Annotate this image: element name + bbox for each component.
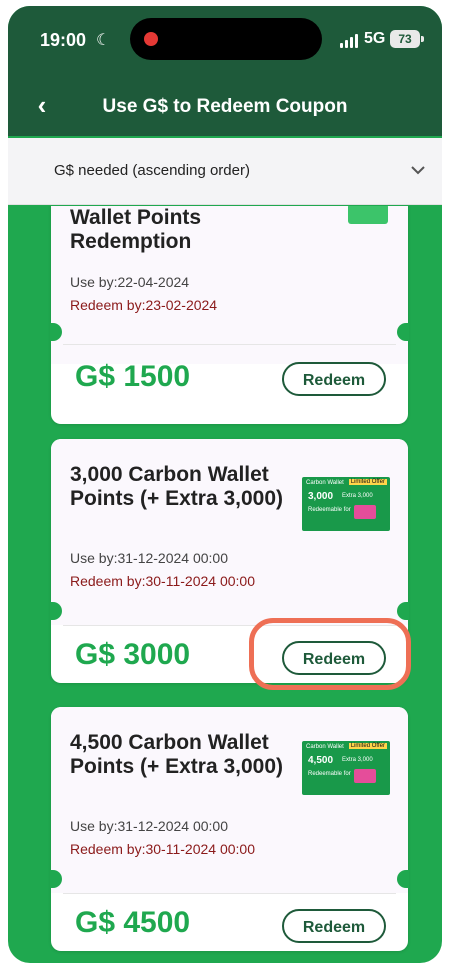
coupon-title-line: Wallet Points [70, 206, 202, 229]
network-type: 5G [364, 30, 386, 47]
use-by-date: Use by:31-12-2024 00:00 [70, 818, 228, 834]
sort-dropdown[interactable]: G$ needed (ascending order) [8, 138, 442, 205]
coupon-price: G$ 1500 [75, 360, 191, 393]
highlight-box [249, 618, 411, 690]
page-title: Use G$ to Redeem Coupon [102, 96, 348, 117]
card-graphic [354, 769, 376, 783]
battery-tip [421, 36, 424, 42]
chevron-down-icon [411, 166, 425, 175]
ticket-notch [397, 323, 409, 341]
redeem-by-date: Redeem by:30-11-2024 00:00 [70, 841, 255, 857]
thumb-extra: Extra 3,000 [342, 493, 373, 499]
coupon-title-line: Redemption [70, 230, 192, 253]
redeem-by-date: Redeem by:23-02-2024 [70, 297, 218, 313]
ticket-notch [397, 602, 409, 620]
recording-dot-icon [144, 32, 158, 46]
status-time: 19:00 [40, 30, 87, 50]
coupon-card: Wallet Points Redemption Use by:22-04-20… [50, 206, 409, 424]
phone-screen: 19:00 ☾ 5G 73 ‹ Use G$ to Redeem Coupon … [8, 6, 442, 963]
coupon-price: G$ 3000 [75, 638, 191, 671]
coupon-title: 4,500 Carbon Wallet Points (+ Extra 3,00… [70, 731, 284, 778]
thumb-points: 3,000 [308, 491, 334, 502]
coupon-title: 3,000 Carbon Wallet Points (+ Extra 3,00… [70, 463, 284, 510]
redeem-button[interactable]: Redeem [282, 362, 386, 396]
coupon-thumbnail: Carbon Wallet Limited Offer 4,500 Extra … [302, 741, 390, 795]
thumb-brand: Carbon Wallet [306, 744, 344, 750]
divider [63, 344, 396, 345]
coupon-title: Wallet Points Redemption [70, 206, 290, 254]
coupon-card: 4,500 Carbon Wallet Points (+ Extra 3,00… [50, 707, 409, 951]
thumb-points: 4,500 [308, 755, 334, 766]
thumb-brand: Carbon Wallet [306, 480, 344, 486]
signal-icon [340, 34, 360, 48]
card-graphic [354, 505, 376, 519]
moon-icon: ☾ [96, 32, 111, 49]
coupon-thumbnail [348, 206, 388, 224]
thumb-extra: Extra 3,000 [342, 757, 373, 763]
redeem-by-date: Redeem by:30-11-2024 00:00 [70, 573, 255, 589]
thumb-note: Redeemable for [308, 771, 351, 777]
coupon-thumbnail: Carbon Wallet Limited Offer 3,000 Extra … [302, 477, 390, 531]
thumb-tag: Limited Offer [348, 743, 387, 749]
app-header: 19:00 ☾ 5G 73 ‹ Use G$ to Redeem Coupon [8, 6, 442, 136]
coupon-list[interactable]: Wallet Points Redemption Use by:22-04-20… [8, 206, 442, 963]
sort-label: G$ needed (ascending order) [54, 162, 250, 179]
battery-icon: 73 [390, 30, 420, 48]
ticket-notch [397, 870, 409, 888]
thumb-tag: Limited Offer [348, 479, 387, 485]
use-by-date: Use by:22-04-2024 [70, 274, 190, 290]
use-by-date: Use by:31-12-2024 00:00 [70, 550, 228, 566]
redeem-button[interactable]: Redeem [282, 909, 386, 943]
dynamic-island [130, 18, 322, 60]
coupon-price: G$ 4500 [75, 906, 191, 939]
divider [63, 893, 396, 894]
thumb-note: Redeemable for [308, 507, 351, 513]
